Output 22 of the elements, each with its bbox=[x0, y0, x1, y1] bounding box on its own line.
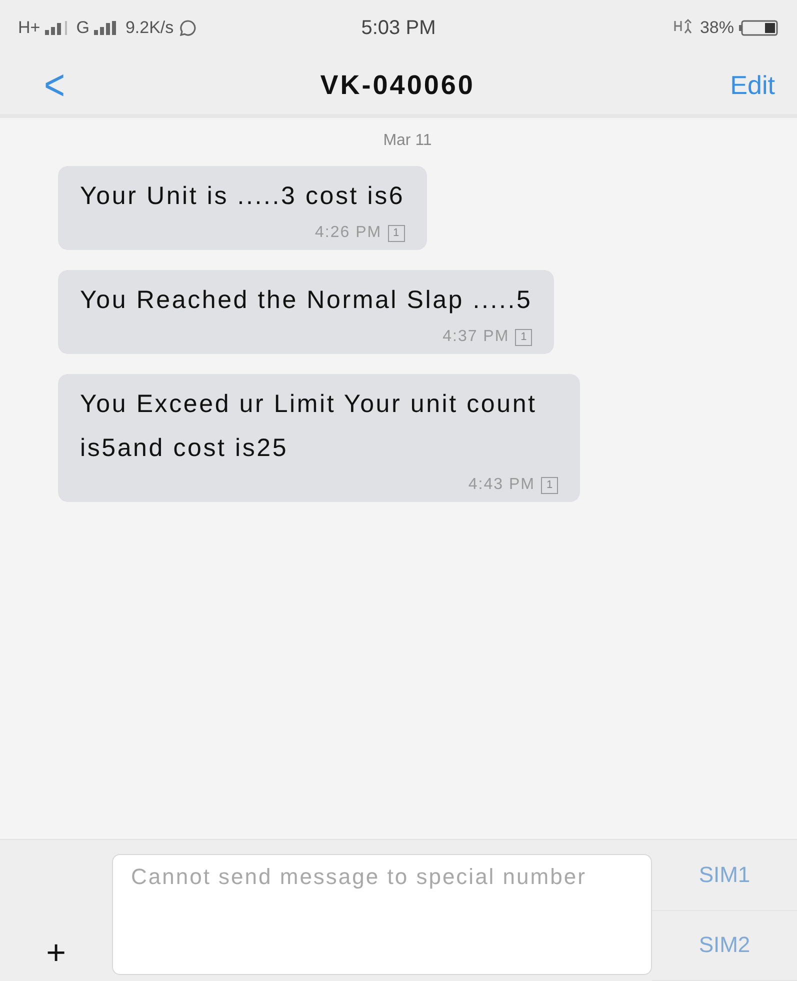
battery-percent: 38% bbox=[700, 18, 734, 38]
battery-icon bbox=[738, 20, 779, 36]
back-button[interactable]: < bbox=[44, 60, 66, 110]
message-input[interactable]: Cannot send message to special number bbox=[112, 854, 652, 975]
chat-icon bbox=[178, 19, 197, 37]
clock: 5:03 PM bbox=[361, 16, 436, 40]
network-type: G bbox=[76, 18, 90, 38]
date-label: Mar 11 bbox=[382, 132, 433, 150]
message-text: You Reached the Normal Slap .....5 bbox=[80, 285, 532, 316]
sim-indicator: 1 bbox=[541, 476, 558, 494]
conversation-title: VK-040060 bbox=[320, 70, 475, 100]
edit-button[interactable]: Edit bbox=[730, 70, 775, 100]
network-speed: 9.2K/s bbox=[125, 18, 174, 38]
sim-indicator: 1 bbox=[515, 328, 532, 346]
message-time: 4:37 PM bbox=[442, 328, 510, 346]
sim-indicator: 1 bbox=[388, 224, 405, 242]
add-button[interactable]: + bbox=[0, 840, 112, 981]
message-time: 4:43 PM bbox=[468, 476, 535, 494]
message-time: 4:26 PM bbox=[315, 224, 382, 242]
message-text: You Exceed ur Limit Your unit count is5and cost is25 bbox=[80, 389, 538, 464]
message-text: Your Unit is .....3 cost is6 bbox=[80, 181, 405, 212]
network-type: H+ bbox=[18, 18, 40, 38]
